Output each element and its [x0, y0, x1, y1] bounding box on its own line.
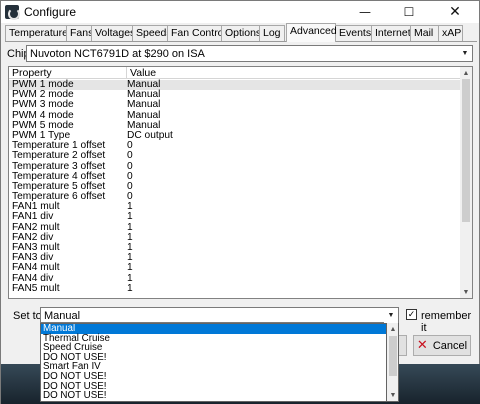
window-title: Configure	[24, 5, 77, 19]
scroll-up-icon[interactable]: ▲	[387, 323, 399, 335]
cancel-label: Cancel	[432, 339, 468, 352]
set-to-dropdown-list[interactable]: Manual Thermal Cruise Speed Cruise DO NOT U…	[40, 323, 387, 402]
value-cell: DC output	[127, 129, 173, 141]
table-row[interactable]: Temperature 6 offset 0	[9, 191, 461, 202]
remember-checkbox[interactable]: ✓	[406, 309, 417, 320]
table-row[interactable]: FAN5 mult 1	[9, 282, 461, 294]
table-row[interactable]: Temperature 2 offset 0	[9, 151, 461, 161]
table-row[interactable]: PWM 5 mode Manual	[9, 120, 461, 131]
tab-voltages[interactable]: Voltages	[91, 25, 135, 41]
table-row[interactable]: FAN2 div 1	[9, 232, 461, 243]
table-row[interactable]: PWM 1 mode Manual	[9, 79, 461, 91]
chip-value: Nuvoton NCT6791D at $290 on ISA	[30, 48, 205, 60]
table-row[interactable]: PWM 4 mode Manual	[9, 110, 461, 121]
chevron-down-icon[interactable]: ▼	[384, 308, 398, 323]
scroll-up-icon[interactable]: ▲	[460, 67, 472, 79]
minimize-button[interactable]: —	[343, 1, 387, 23]
tab-advanced[interactable]: Advanced	[286, 23, 337, 42]
cancel-x-icon: ✕	[416, 338, 428, 353]
set-to-label: Set to	[13, 310, 42, 322]
property-cell: FAN5 mult	[12, 282, 60, 294]
column-header-value[interactable]: Value	[126, 67, 156, 79]
tab-speeds[interactable]: Speeds	[132, 25, 172, 41]
table-row[interactable]: PWM 2 mode Manual	[9, 89, 461, 100]
tab-options[interactable]: Options	[221, 25, 261, 41]
tab-events[interactable]: Events	[335, 25, 372, 41]
dropdown-option[interactable]: DO NOT USE!	[41, 391, 386, 401]
list-scrollbar[interactable]: ▲ ▼	[460, 67, 472, 298]
tab-temperatures[interactable]: Temperatures	[5, 25, 73, 41]
value-cell: 0	[127, 150, 133, 162]
maximize-button[interactable]: ☐	[387, 1, 431, 23]
scroll-down-icon[interactable]: ▼	[460, 286, 472, 298]
chevron-down-icon[interactable]: ▼	[458, 46, 472, 61]
tab-strip: Temperatures Fans Voltages Speeds Fan Co…	[5, 23, 477, 42]
property-list[interactable]: Property Value PWM 1 mode Manual PWM 2 mod…	[8, 66, 473, 299]
remember-label[interactable]: remember it	[421, 310, 479, 334]
tab-internet[interactable]: Internet	[371, 25, 411, 41]
set-to-value: Manual	[44, 310, 81, 322]
chip-select[interactable]: Nuvoton NCT6791D at $290 on ISA ▼	[26, 45, 473, 62]
table-row[interactable]: FAN4 mult 1	[9, 263, 461, 273]
tab-mail[interactable]: Mail	[410, 25, 439, 41]
list-rows: PWM 1 mode Manual PWM 2 mode Manual PWM 3 mo…	[9, 79, 461, 294]
set-to-select[interactable]: Manual ▼	[40, 307, 399, 323]
title-bar[interactable]: Configure — ☐ ✕	[1, 1, 479, 23]
column-header-property[interactable]: Property	[12, 67, 52, 79]
scroll-down-icon[interactable]: ▼	[387, 389, 399, 401]
table-row[interactable]: FAN4 div 1	[9, 273, 461, 284]
table-row[interactable]: FAN3 mult 1	[9, 242, 461, 253]
list-header: Property Value	[9, 67, 461, 79]
table-row[interactable]: FAN1 div 1	[9, 212, 461, 222]
value-cell: 1	[127, 282, 133, 294]
tab-fan-control[interactable]: Fan Control	[167, 25, 226, 41]
scroll-thumb[interactable]	[462, 79, 470, 222]
configure-window: Configure — ☐ ✕ Temperatures Fans Voltag…	[0, 0, 480, 404]
tab-fans[interactable]: Fans	[66, 25, 93, 41]
tab-log[interactable]: Log	[259, 25, 285, 41]
close-button[interactable]: ✕	[433, 1, 477, 23]
cancel-button[interactable]: ✕ Cancel	[413, 335, 471, 356]
table-row[interactable]: FAN2 mult 1	[9, 222, 461, 233]
table-row[interactable]: PWM 3 mode Manual	[9, 100, 461, 110]
table-row[interactable]: FAN1 mult 1	[9, 202, 461, 212]
tab-xap[interactable]: xAP	[438, 25, 463, 41]
scroll-thumb[interactable]	[389, 336, 397, 376]
dropdown-scrollbar[interactable]: ▲ ▼	[387, 323, 399, 402]
app-icon	[5, 5, 20, 20]
table-row[interactable]: FAN3 div 1	[9, 252, 461, 263]
property-cell: Temperature 2 offset	[12, 150, 106, 162]
